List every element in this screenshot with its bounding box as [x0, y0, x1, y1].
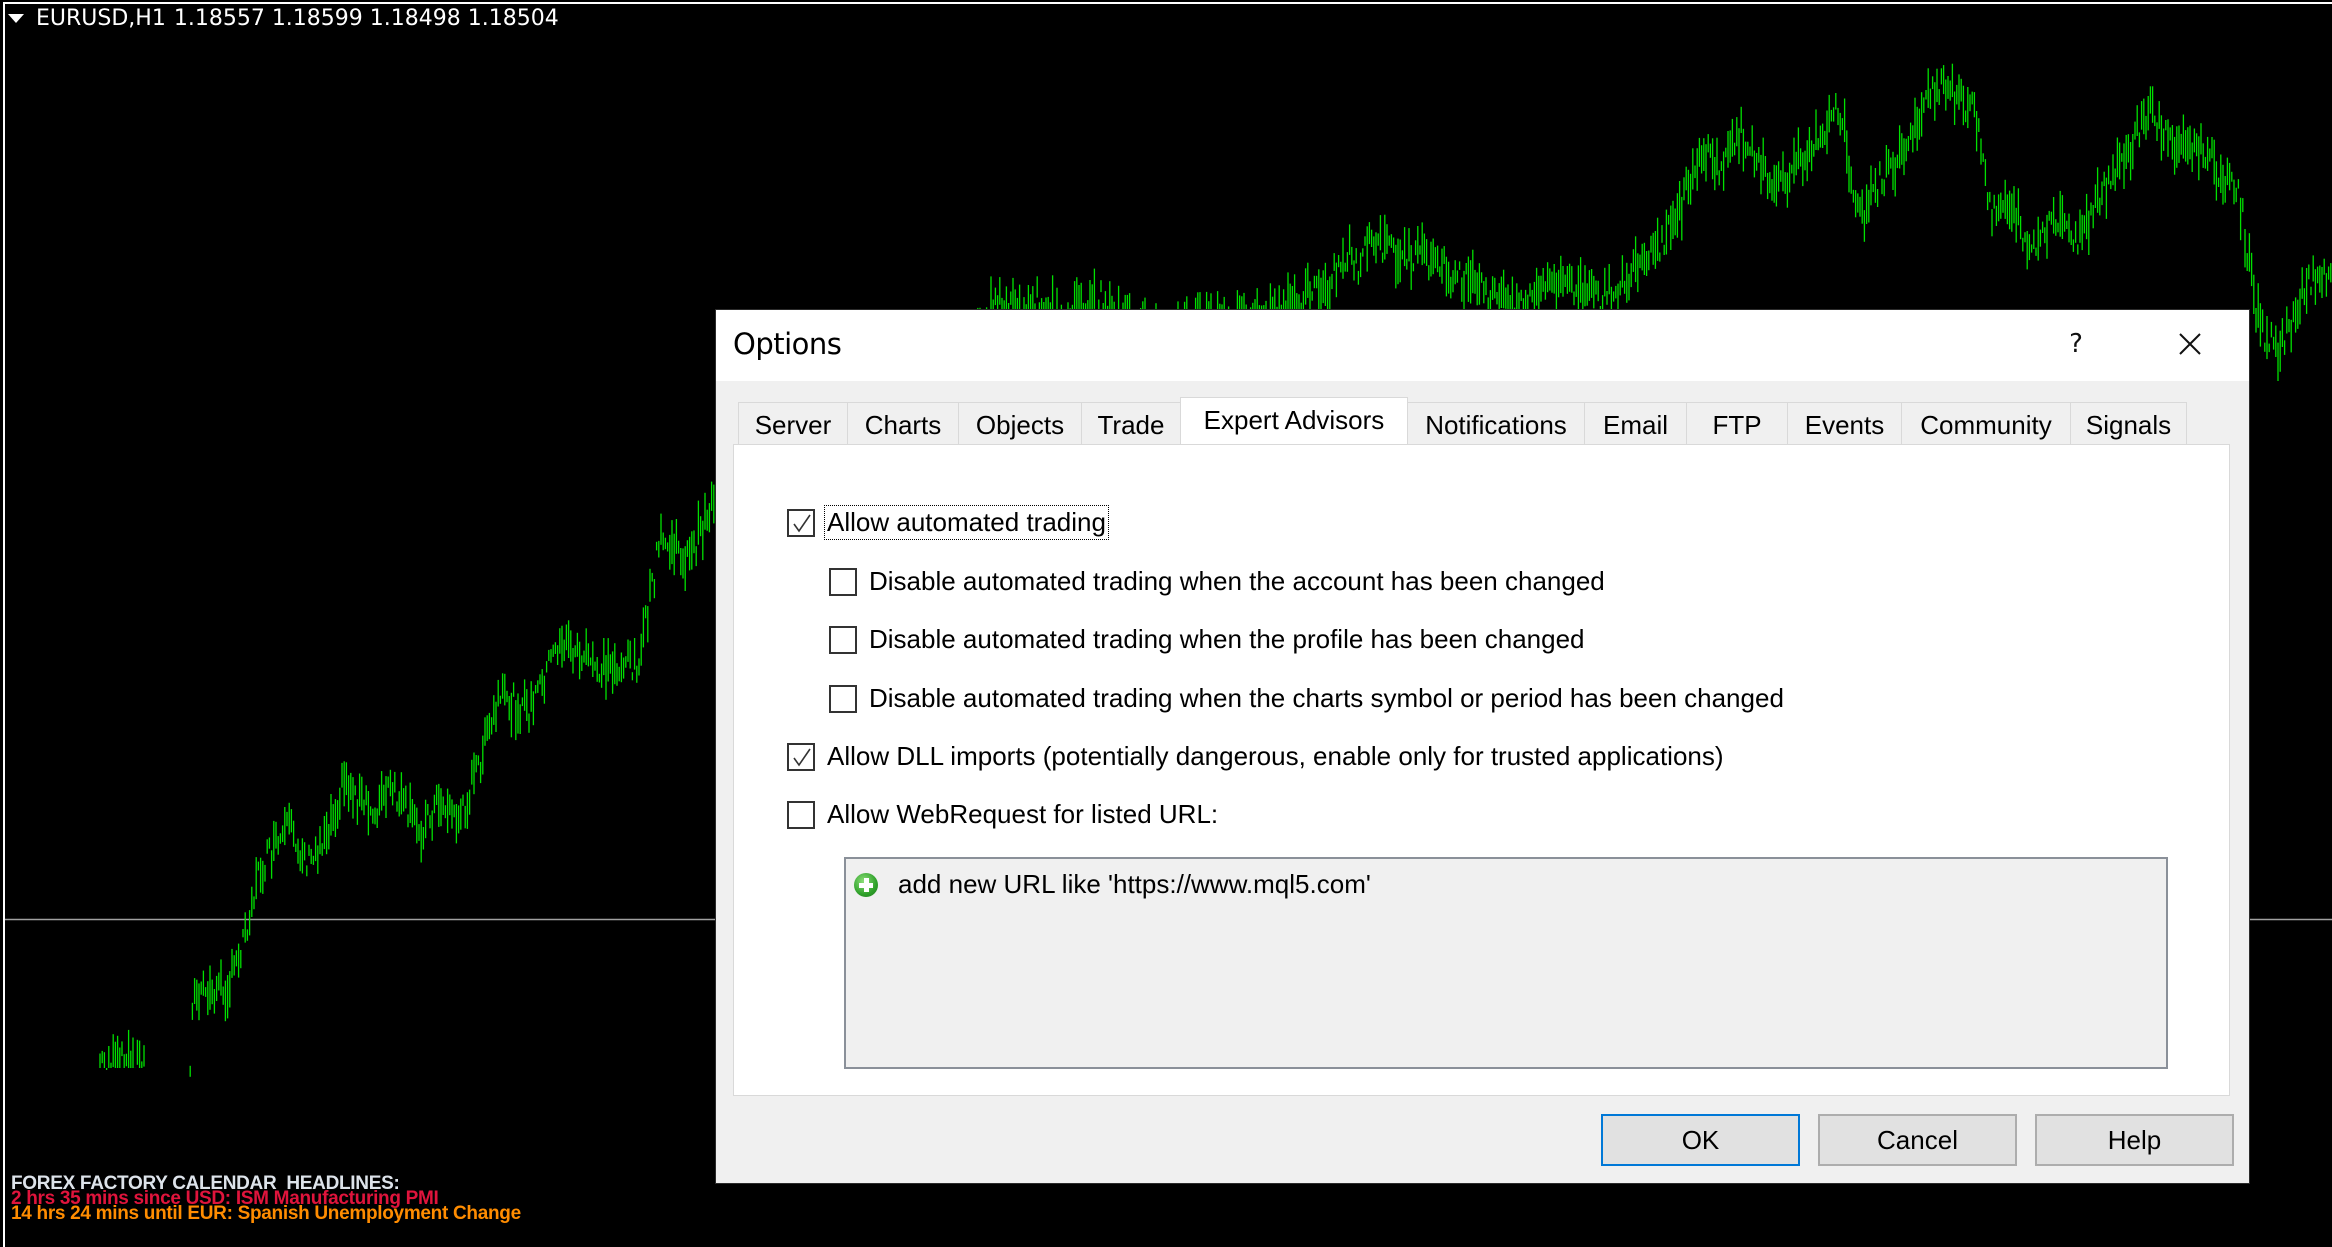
- chart-border-top: [3, 2, 2332, 4]
- add-url-item[interactable]: add new URL like 'https://www.mql5.com': [854, 869, 1371, 900]
- checkbox[interactable]: [787, 800, 815, 829]
- news-item: 14 hrs 24 mins until EUR: Spanish Unempl…: [11, 1203, 521, 1224]
- disable-on-account-change-checkbox[interactable]: Disable automated trading when the accou…: [829, 565, 1607, 598]
- tab-charts[interactable]: Charts: [847, 402, 959, 444]
- chart-menu-triangle-icon[interactable]: [8, 14, 24, 23]
- chart-symbol: EURUSD,H1: [36, 6, 166, 31]
- tab-signals[interactable]: Signals: [2070, 402, 2187, 444]
- checkbox-label: Allow automated trading: [824, 505, 1109, 540]
- checkbox-label: Allow DLL imports (potentially dangerous…: [827, 741, 1724, 771]
- checkbox[interactable]: [829, 567, 857, 596]
- options-dialog: Options ? Server Charts Objects Trade Ex…: [716, 310, 2249, 1183]
- add-plus-icon: [854, 872, 878, 897]
- tab-community[interactable]: Community: [1901, 402, 2071, 444]
- tab-events[interactable]: Events: [1787, 402, 1902, 444]
- checkbox-label: Allow WebRequest for listed URL:: [827, 799, 1219, 829]
- disable-on-profile-change-checkbox[interactable]: Disable automated trading when the profi…: [829, 623, 1587, 656]
- ok-button[interactable]: OK: [1601, 1114, 1800, 1166]
- allow-webrequest-checkbox[interactable]: Allow WebRequest for listed URL:: [787, 798, 1220, 831]
- checkbox-label: Disable automated trading when the accou…: [869, 566, 1605, 596]
- tab-expert-advisors[interactable]: Expert Advisors: [1180, 397, 1408, 444]
- tab-ftp[interactable]: FTP: [1686, 402, 1788, 444]
- dialog-titlebar[interactable]: Options ?: [716, 310, 2249, 381]
- checkbox-label: Disable automated trading when the profi…: [869, 624, 1585, 654]
- chart-ohlc: 1.18557 1.18599 1.18498 1.18504: [173, 6, 559, 31]
- disable-on-symbol-period-change-checkbox[interactable]: Disable automated trading when the chart…: [829, 682, 1786, 715]
- chart-header: EURUSD,H1 1.18557 1.18599 1.18498 1.1850…: [8, 6, 559, 31]
- help-button[interactable]: Help: [2035, 1114, 2234, 1166]
- checkbox[interactable]: [829, 684, 857, 713]
- help-icon[interactable]: ?: [2056, 322, 2096, 366]
- allow-automated-trading-checkbox[interactable]: Allow automated trading: [787, 505, 1109, 540]
- tab-notifications[interactable]: Notifications: [1407, 402, 1585, 444]
- tab-server[interactable]: Server: [738, 402, 848, 444]
- expert-advisors-panel: Allow automated trading Disable automate…: [733, 444, 2230, 1096]
- allow-dll-imports-checkbox[interactable]: Allow DLL imports (potentially dangerous…: [787, 740, 1726, 773]
- tab-objects[interactable]: Objects: [958, 402, 1082, 444]
- checkbox[interactable]: [787, 742, 815, 771]
- add-url-label: add new URL like 'https://www.mql5.com': [898, 869, 1371, 899]
- options-tabs: Server Charts Objects Trade Expert Advis…: [738, 397, 2187, 444]
- close-icon[interactable]: [2166, 320, 2214, 368]
- cancel-button[interactable]: Cancel: [1818, 1114, 2017, 1166]
- dialog-title: Options: [733, 327, 842, 361]
- tab-email[interactable]: Email: [1584, 402, 1687, 444]
- checkbox[interactable]: [829, 625, 857, 654]
- url-list[interactable]: add new URL like 'https://www.mql5.com': [844, 857, 2168, 1069]
- checkbox-label: Disable automated trading when the chart…: [869, 683, 1784, 713]
- news-headlines: FOREX FACTORY CALENDAR HEADLINES: 2 hrs …: [11, 1174, 521, 1224]
- chart-border-left: [3, 2, 5, 1247]
- tab-trade[interactable]: Trade: [1081, 402, 1181, 444]
- checkbox[interactable]: [787, 508, 815, 537]
